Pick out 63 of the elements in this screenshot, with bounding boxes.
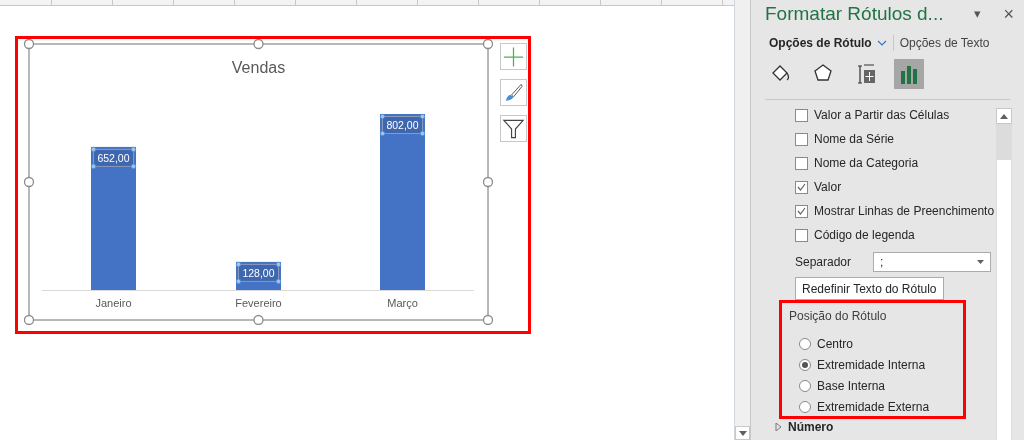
style-button[interactable] [500,79,527,106]
pane-menu-icon[interactable]: ▾ [974,4,982,24]
chevron-icon [876,40,887,46]
checkbox-label: Código de legenda [814,227,915,244]
resize-handle[interactable] [482,314,494,325]
radio-label: Extremidade Externa [817,398,930,416]
data-label: 128,00 [242,266,275,279]
category-label: Março [387,297,418,309]
scrollbar[interactable] [735,0,751,440]
data-label[interactable]: 802,00 [379,113,426,137]
separator-dropdown[interactable]: ; [873,252,991,272]
radio-button[interactable] [799,400,811,413]
pane-title: Formatar Rótulos d... [765,1,944,26]
scroll-down-icon[interactable] [735,426,750,440]
separator-label: Separador [795,254,853,271]
radio-button[interactable] [799,337,811,350]
bar[interactable]: 802,00 [379,113,426,290]
radio-label: Centro [817,335,854,353]
dropdown-arrow-icon [977,260,984,264]
options-tab[interactable] [894,59,924,89]
radio-button[interactable] [799,358,811,371]
scrollbar[interactable] [996,108,1012,440]
tab[interactable]: Opções de Texto [899,34,990,52]
tab[interactable]: Opções de Rótulo [769,34,887,52]
category-label: Janeiro [95,297,132,309]
checkbox-label: Valor a Partir das Células [814,107,950,124]
data-label: 652,00 [97,151,130,164]
section-heading[interactable]: Número [788,417,834,436]
data-label[interactable]: 128,00 [235,261,282,284]
chart-title: Vendas [231,59,286,76]
resize-handle[interactable] [24,176,35,188]
add-button[interactable] [500,43,527,70]
checkbox[interactable] [795,156,808,170]
radio-label: Extremidade Interna [817,356,926,374]
resize-handle[interactable] [253,39,264,50]
expand-icon[interactable] [775,422,782,431]
resize-handle[interactable] [253,314,264,325]
filter-button[interactable] [500,115,527,142]
category-label: Fevereiro [235,297,282,309]
checkbox[interactable] [795,228,808,242]
checkbox[interactable] [795,132,808,146]
checkbox-label: Nome da Categoria [814,155,919,172]
close-icon[interactable]: × [1003,0,1014,28]
checkbox-label: Nome da Série [814,131,895,148]
scroll-up-icon[interactable] [996,108,1012,124]
resize-handle[interactable] [482,39,494,50]
data-label: 802,00 [386,119,419,131]
checkbox[interactable] [795,180,808,194]
resize-handle[interactable] [482,176,494,188]
checkbox[interactable] [795,204,808,218]
reset-label-button[interactable]: Redefinir Texto do Rótulo [795,277,944,300]
scrollbar-thumb[interactable] [997,160,1011,440]
resize-handle[interactable] [24,314,35,325]
section-heading: Posição do Rótulo [789,308,888,323]
checkbox-label: Valor [814,179,842,196]
data-label[interactable]: 652,00 [90,146,137,169]
bar[interactable]: 128,00 [235,261,282,290]
checkbox[interactable] [795,108,808,122]
resize-handle[interactable] [24,39,35,50]
radio-label: Base Interna [817,377,886,395]
bar[interactable]: 652,00 [90,146,137,290]
radio-button[interactable] [799,379,811,392]
checkbox-label: Mostrar Linhas de Preenchimento [814,203,995,220]
